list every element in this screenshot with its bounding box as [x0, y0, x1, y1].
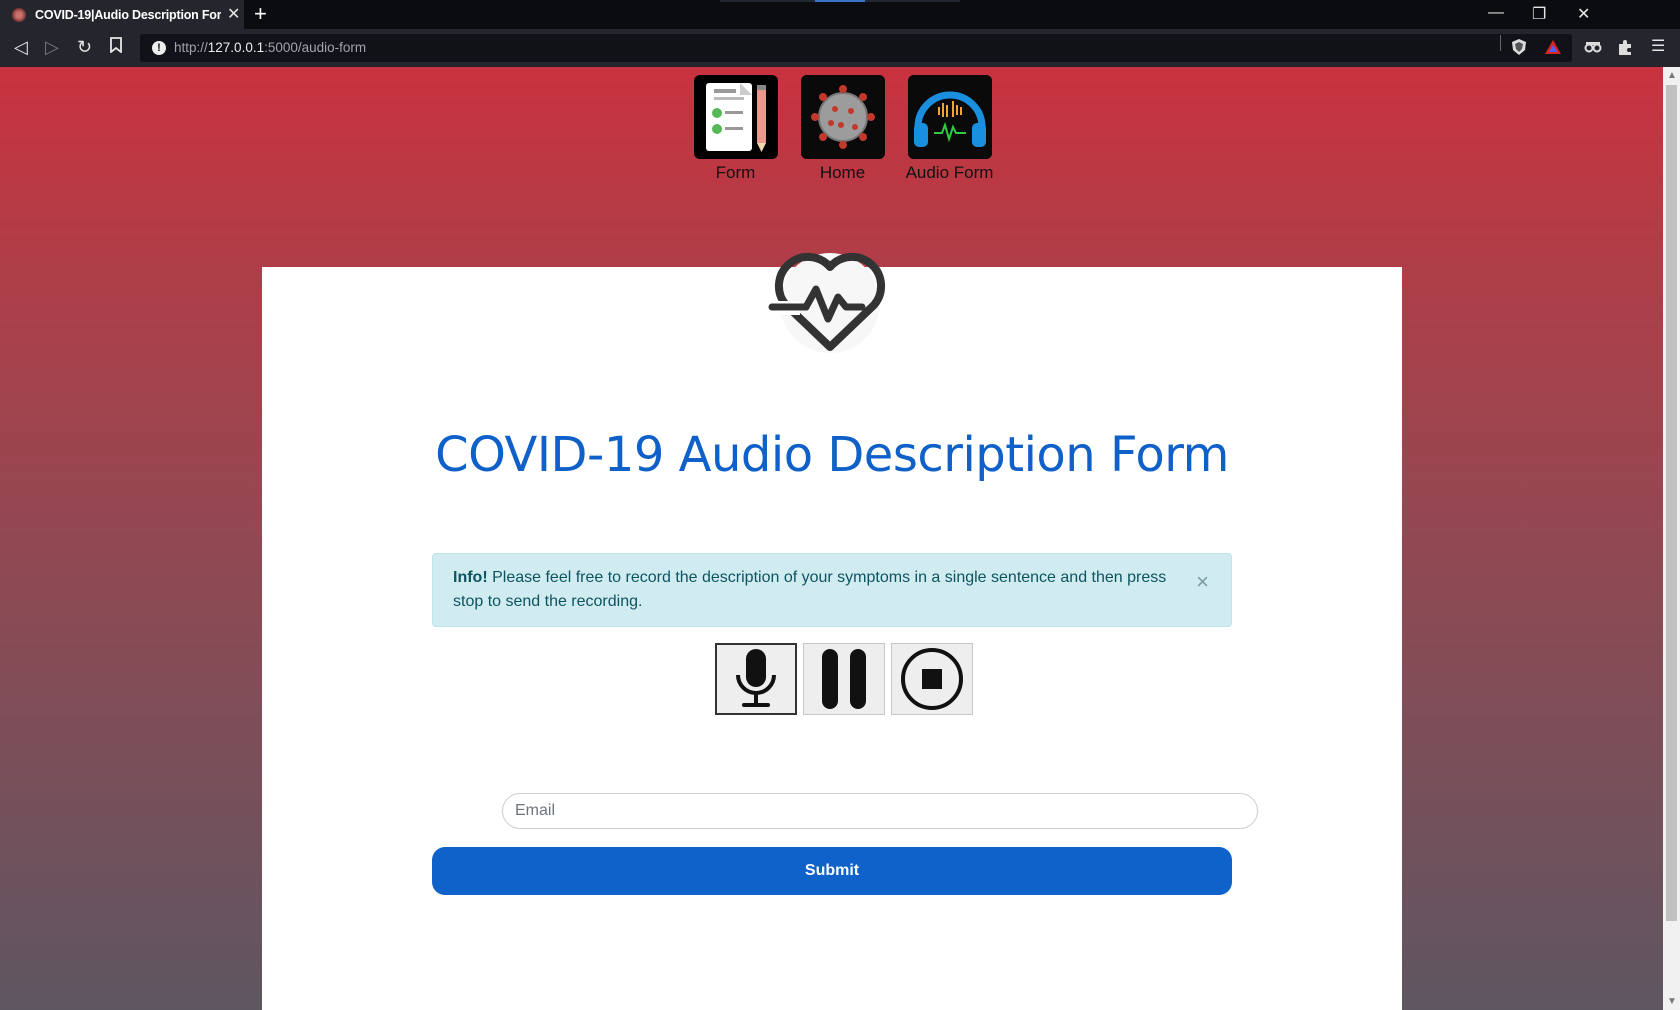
brave-shield-icon[interactable] [1510, 38, 1528, 56]
minimize-icon[interactable]: — [1488, 4, 1504, 22]
brave-rewards-icon[interactable] [1544, 38, 1562, 56]
tab-bar: COVID-19|Audio Description Form ✕ + — ❐ … [0, 0, 1680, 29]
nav-item-form[interactable]: Form [682, 75, 789, 183]
stop-button[interactable] [891, 643, 973, 715]
email-field[interactable] [502, 793, 1258, 829]
url-separator [1500, 35, 1501, 51]
scrollbar[interactable]: ▲ ▼ [1663, 67, 1680, 1010]
alert-text: Please feel free to record the descripti… [453, 569, 1167, 610]
forward-icon[interactable]: ▷ [45, 37, 59, 57]
back-icon[interactable]: ◁ [14, 37, 28, 57]
nav-label-audio-form: Audio Form [905, 163, 994, 182]
pause-button[interactable] [803, 643, 885, 715]
recorder-controls [715, 643, 973, 715]
site-info-icon[interactable]: ! [152, 41, 166, 55]
scroll-up-icon[interactable]: ▲ [1667, 70, 1677, 81]
alert-strong: Info! [453, 569, 488, 586]
info-alert: Info! Please feel free to record the des… [432, 553, 1232, 627]
scroll-down-icon[interactable]: ▼ [1667, 996, 1677, 1007]
virus-icon [800, 75, 885, 159]
extensions-puzzle-icon[interactable] [1616, 38, 1634, 56]
form-checklist-icon [693, 75, 778, 159]
submit-button[interactable]: Submit [432, 847, 1232, 895]
reload-icon[interactable]: ↻ [77, 37, 92, 57]
tab-strip-indicator-active [815, 0, 865, 2]
pause-icon [822, 649, 866, 709]
record-button[interactable] [715, 643, 797, 715]
microphone-icon [736, 649, 776, 707]
nav-item-audio-form[interactable]: Audio Form [896, 75, 1003, 183]
page-title: COVID-19 Audio Description Form [435, 427, 1229, 483]
new-tab-button[interactable]: + [254, 3, 267, 25]
page-body: Form Home Audio Form COVID-19 Audio Desc… [0, 67, 1663, 1010]
favicon-icon [12, 7, 26, 22]
nav-item-home[interactable]: Home [789, 75, 896, 183]
url-field[interactable]: ! http://127.0.0.1:5000/audio-form [140, 34, 1572, 62]
headphones-audio-icon [907, 75, 992, 159]
url-text: http://127.0.0.1:5000/audio-form [174, 40, 367, 55]
top-nav: Form Home Audio Form [682, 75, 1003, 183]
alert-message: Info! Please feel free to record the des… [453, 566, 1173, 614]
close-window-icon[interactable]: ✕ [1577, 4, 1590, 24]
tab-close-icon[interactable]: ✕ [227, 6, 240, 23]
heartbeat-logo-icon [766, 252, 886, 353]
browser-tab[interactable]: COVID-19|Audio Description Form ✕ [0, 0, 244, 29]
alert-close-button[interactable]: × [1196, 570, 1209, 594]
restore-icon[interactable]: ❐ [1532, 4, 1546, 24]
nav-label-form: Form [715, 163, 756, 182]
menu-icon[interactable]: ☰ [1651, 37, 1665, 57]
bookmark-icon[interactable] [109, 37, 123, 58]
tab-title: COVID-19|Audio Description Form [35, 7, 221, 22]
scrollbar-thumb[interactable] [1666, 85, 1677, 921]
stop-icon [901, 648, 963, 710]
main-card: COVID-19 Audio Description Form Info! Pl… [262, 252, 1402, 1010]
nav-label-home: Home [819, 163, 866, 182]
address-bar-row: ◁ ▷ ↻ ! http://127.0.0.1:5000/audio-form… [0, 29, 1680, 68]
extension-glasses-icon[interactable] [1584, 38, 1602, 56]
